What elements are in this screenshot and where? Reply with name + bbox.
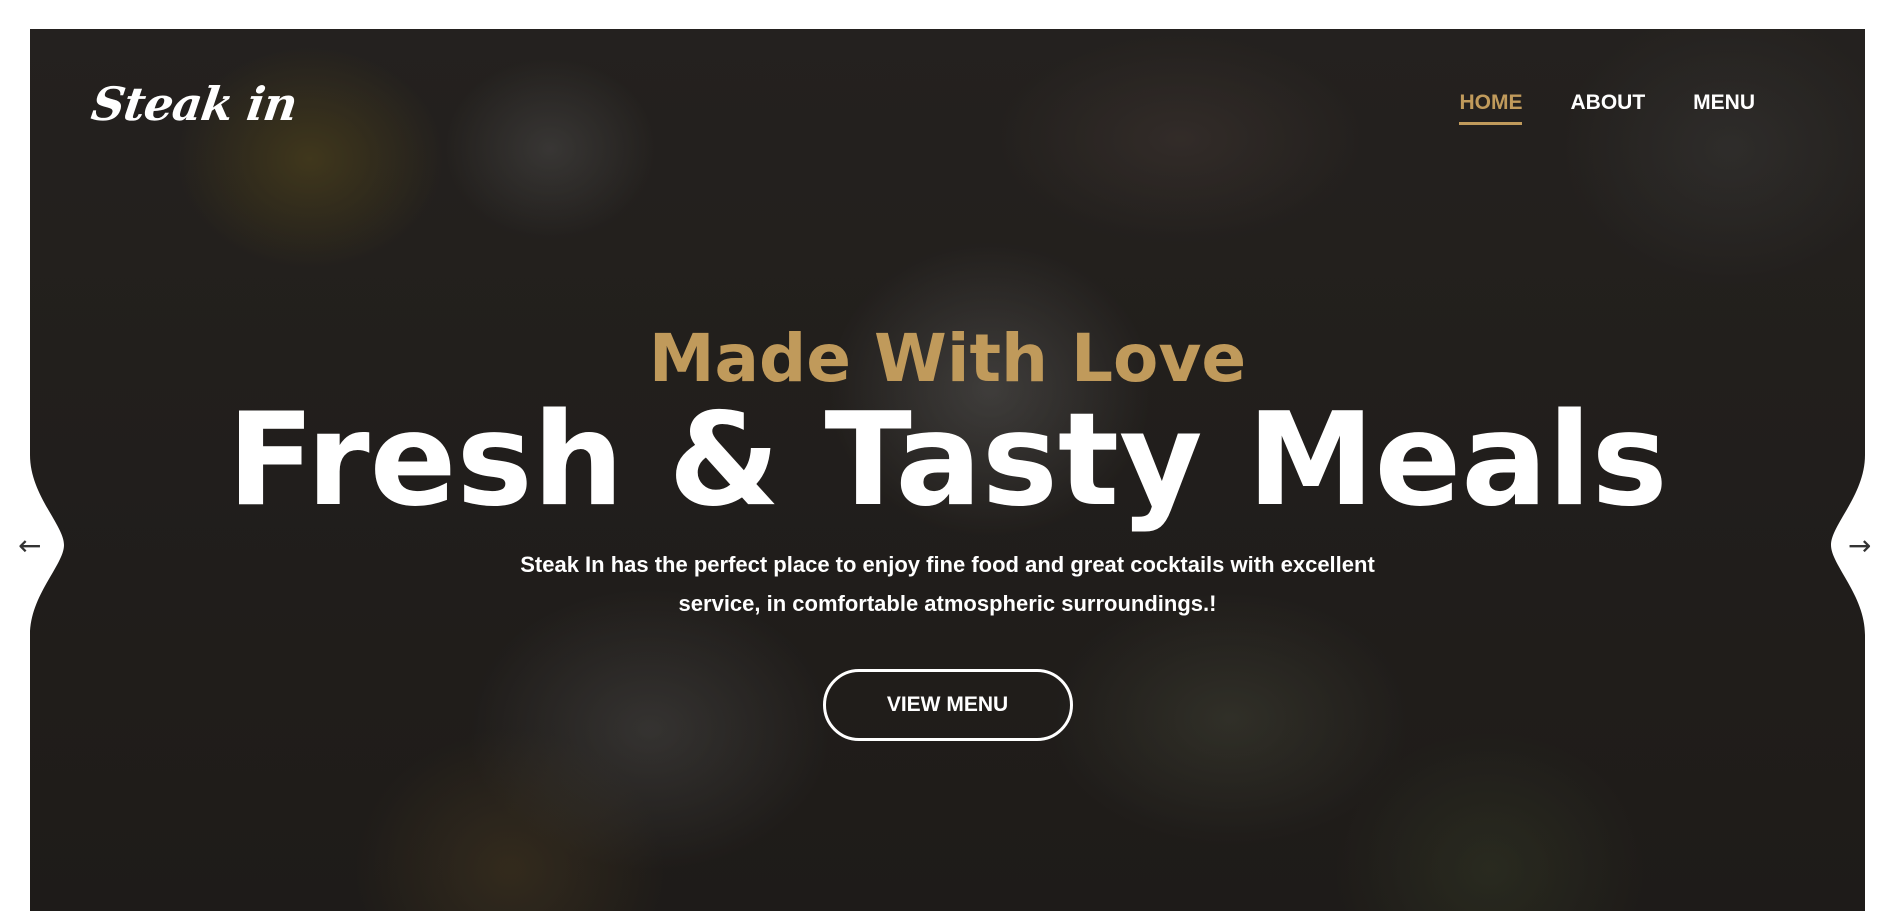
site-logo[interactable]: Steak in <box>88 77 300 131</box>
arrow-right-icon[interactable]: → <box>1848 532 1871 560</box>
nav-item-home[interactable]: HOME <box>1459 91 1523 125</box>
nav-item-menu[interactable]: MENU <box>1693 91 1755 125</box>
hero-title: Fresh & Tasty Meals <box>227 386 1668 535</box>
view-menu-button[interactable]: VIEW MENU <box>822 669 1073 741</box>
hero-description: Steak In has the perfect place to enjoy … <box>520 552 1375 616</box>
main-nav: HOME ABOUT MENU <box>1459 91 1755 125</box>
nav-item-about[interactable]: ABOUT <box>1570 91 1645 125</box>
hero-content: Made With Love Fresh & Tasty Meals Steak… <box>30 319 1865 741</box>
hero-section: Steak in HOME ABOUT MENU Made With Love … <box>30 29 1865 911</box>
arrow-left-icon[interactable]: ← <box>18 532 41 560</box>
page: Steak in HOME ABOUT MENU Made With Love … <box>0 0 1893 911</box>
